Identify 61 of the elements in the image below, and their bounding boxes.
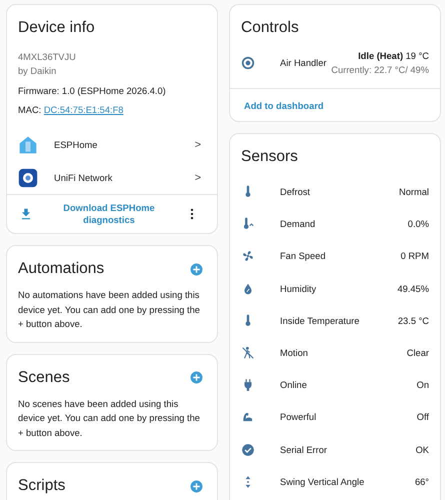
sensor-value: 49.45% xyxy=(397,284,429,294)
sensor-row[interactable]: Online On xyxy=(230,369,440,402)
entity-state: Idle (Heat) 19 °C xyxy=(357,50,429,63)
sensor-value: On xyxy=(416,380,429,390)
sensor-row[interactable]: Powerful Off xyxy=(230,401,440,434)
walking-figure-icon xyxy=(241,346,255,360)
card-title: Sensors xyxy=(240,147,299,167)
add-icon[interactable] xyxy=(190,262,203,276)
manufacturer-text: by Daikin xyxy=(17,65,58,78)
sensor-name: Fan Speed xyxy=(280,251,326,262)
thermometer-arrow-icon xyxy=(241,217,255,232)
card-title: Automations xyxy=(17,259,106,279)
sensor-row[interactable]: Motion Clear xyxy=(230,336,440,370)
download-diagnostics-button[interactable]: Download ESPHome diagnostics xyxy=(33,202,185,226)
sensor-name: Powerful xyxy=(280,412,318,422)
add-to-dashboard-button[interactable]: Add to dashboard xyxy=(240,98,328,114)
sensor-name: Inside Temperature xyxy=(280,316,360,326)
sensor-value: OK xyxy=(416,444,429,455)
mac-link[interactable]: DC:54:75:E1:54:F8 xyxy=(44,105,124,115)
fan-icon xyxy=(241,249,255,264)
sensor-row[interactable]: Inside Temperature 23.5 °C xyxy=(230,304,440,337)
check-circle-icon xyxy=(241,442,255,457)
integration-item[interactable]: ESPHome > xyxy=(7,128,217,161)
add-icon[interactable] xyxy=(190,480,203,492)
sensor-name: Defrost xyxy=(280,187,311,198)
download-icon xyxy=(19,207,33,221)
sensor-name: Motion xyxy=(280,348,309,358)
mac-label: MAC: xyxy=(18,105,42,115)
sensor-name: Humidity xyxy=(280,284,318,294)
sensor-row[interactable]: Swing Vertical Angle 66° xyxy=(230,466,440,498)
sensor-name: Online xyxy=(280,380,308,390)
empty-state-text: No automations have been added using this device yet. You can add one by pressing the + button above. xyxy=(17,289,201,331)
unifi-logo-icon xyxy=(18,168,38,188)
integration-item[interactable]: UniFi Network > xyxy=(7,161,217,194)
empty-state-text: No scenes have been added using this device yet. You can add one by pressing the + button above. xyxy=(17,398,201,440)
current-reading: Currently: 22.7 °C/ 49% xyxy=(331,64,429,77)
card-title: Device info xyxy=(17,18,96,38)
sensor-value: Normal xyxy=(399,187,429,198)
entity-name[interactable]: Air Handler xyxy=(280,58,332,68)
model-text: 4MXL36TVJU xyxy=(17,51,77,64)
building-icon xyxy=(18,134,38,154)
sensor-value: 0 RPM xyxy=(400,251,429,262)
sensor-value: Off xyxy=(416,412,429,422)
sensor-row[interactable]: Humidity 49.45% xyxy=(230,272,440,305)
sensor-value: 66° xyxy=(414,476,429,487)
sensor-name: Demand xyxy=(280,219,316,230)
sensor-value: 0.0% xyxy=(408,219,429,230)
sensor-row[interactable]: Demand 0.0% xyxy=(230,208,440,240)
add-icon[interactable] xyxy=(190,371,203,384)
card-title: Controls xyxy=(240,18,300,38)
sensor-row[interactable]: Defrost Normal xyxy=(230,176,440,208)
card-title: Scripts xyxy=(17,476,66,496)
sensor-row[interactable]: Serial Error OK xyxy=(230,434,440,466)
sensor-value: 23.5 °C xyxy=(398,316,429,326)
sensor-name: Serial Error xyxy=(280,444,328,455)
sensor-name: Swing Vertical Angle xyxy=(280,476,366,487)
firmware-text: Firmware: 1.0 (ESPHome 2026.4.0) xyxy=(17,85,167,98)
thermostat-icon xyxy=(241,56,255,70)
sensor-row[interactable]: Fan Speed 0 RPM xyxy=(230,240,440,273)
card-title: Scenes xyxy=(17,368,71,388)
sensor-value: Clear xyxy=(406,348,429,358)
